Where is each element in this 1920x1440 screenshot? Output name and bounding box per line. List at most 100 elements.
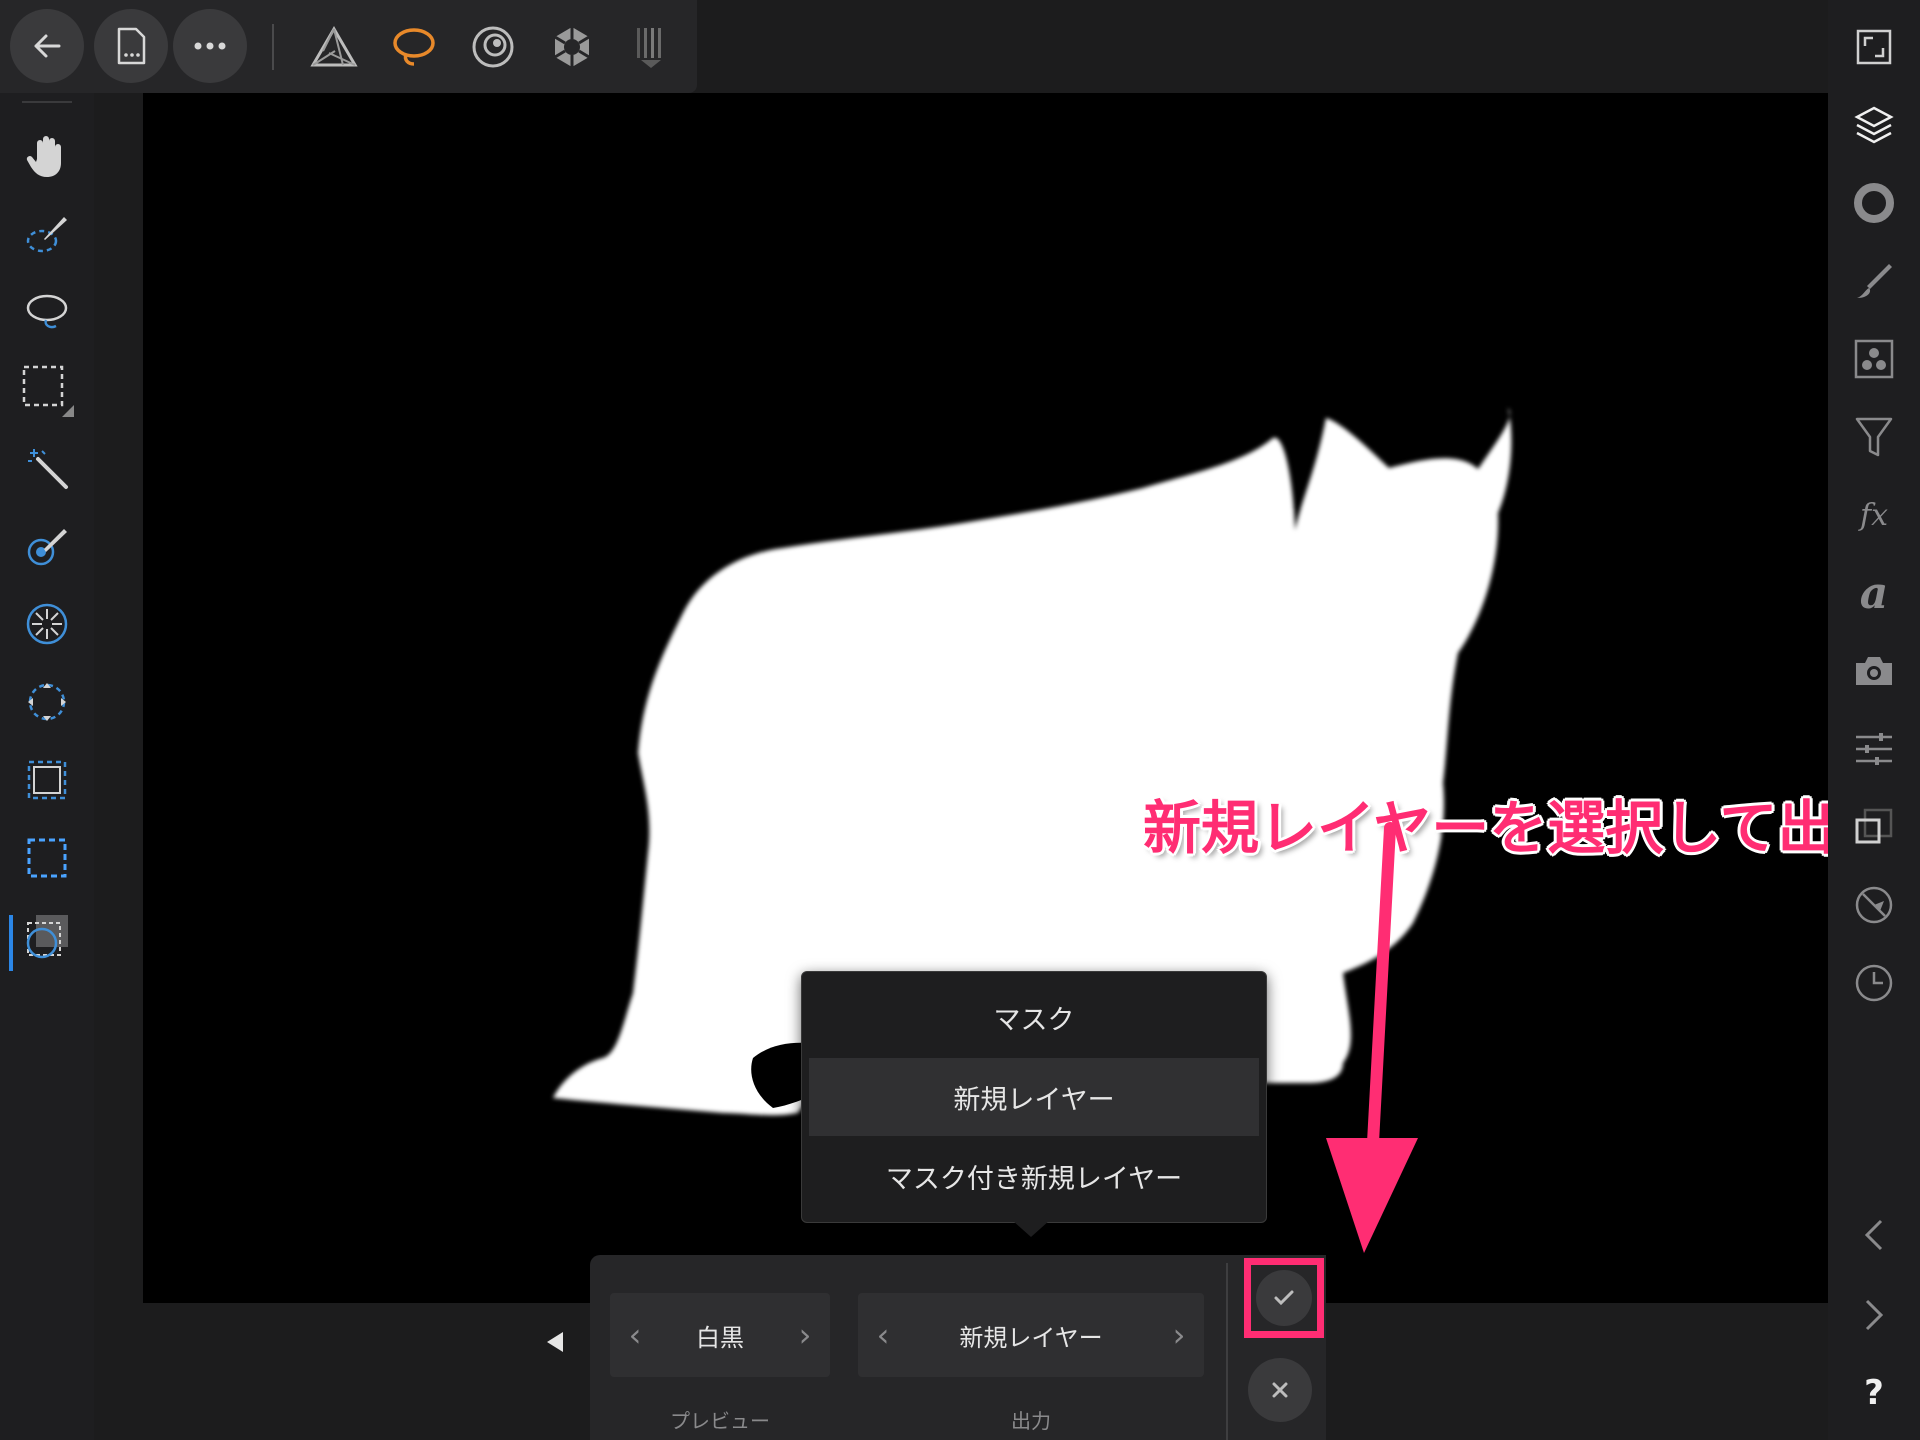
color-button[interactable] [1841, 170, 1907, 236]
crop-selection-tool[interactable] [14, 747, 80, 813]
refine-selection-panel: ‹ 白黒 › プレビュー ‹ 新規レイヤー › 出力 [590, 1255, 1232, 1440]
navigator-icon [1855, 886, 1893, 924]
output-label: 出力 [1011, 1409, 1051, 1433]
camera-icon [1856, 657, 1892, 685]
navigator-button[interactable] [1841, 872, 1907, 938]
output-menu: マスク 新規レイヤー マスク付き新規レイヤー [801, 971, 1267, 1223]
export-persona-button[interactable] [614, 10, 688, 84]
text-styles-button[interactable]: a [1841, 560, 1907, 626]
output-value: 新規レイヤー [959, 1323, 1103, 1352]
flood-select-icon [28, 449, 68, 489]
panel-divider [1226, 1263, 1228, 1440]
flood-select-tool[interactable] [14, 435, 80, 501]
studio-next-button[interactable] [1841, 1282, 1907, 1348]
selection-mode-tool[interactable] [14, 903, 80, 969]
photo-persona-icon [310, 26, 358, 67]
more-icon [194, 42, 226, 50]
preview-label: プレビュー [670, 1409, 770, 1433]
check-icon [1274, 1290, 1294, 1306]
color-icon [1854, 183, 1894, 223]
marquee-selection-icon [22, 365, 74, 417]
output-prev-button[interactable]: ‹ [868, 1316, 898, 1354]
tone-map-persona-button[interactable] [535, 10, 609, 84]
back-button[interactable] [10, 9, 84, 83]
chevron-right-icon [1865, 1299, 1884, 1331]
brush-icon [1857, 264, 1892, 298]
document-button[interactable] [94, 9, 168, 83]
close-icon [1272, 1382, 1288, 1398]
channels-button[interactable] [1841, 326, 1907, 392]
liquify-persona-button[interactable] [377, 10, 451, 84]
studio-panel: fx a ? [1828, 0, 1920, 1440]
menu-item-new-layer-with-mask[interactable]: マスク付き新規レイヤー [809, 1137, 1259, 1215]
menu-item-mask[interactable]: マスク [809, 978, 1259, 1056]
fullscreen-icon [1856, 29, 1892, 65]
help-button[interactable]: ? [1841, 1360, 1907, 1426]
tools-panel [0, 93, 94, 1440]
menu-pointer [1012, 1220, 1050, 1237]
preview-prev-button[interactable]: ‹ [620, 1316, 650, 1354]
hand-icon [26, 136, 61, 177]
develop-persona-icon [472, 26, 514, 68]
adjustments-button[interactable] [1841, 404, 1907, 470]
transform-button[interactable] [1841, 794, 1907, 860]
annotation-text: 新規レイヤーを選択して出力 [1143, 794, 1894, 862]
expand-panel-button[interactable] [543, 1328, 567, 1356]
develop-persona-button[interactable] [456, 10, 530, 84]
apply-button[interactable] [1256, 1270, 1312, 1326]
refine-brush-tool[interactable] [14, 513, 80, 579]
menu-item-new-layer[interactable]: 新規レイヤー [809, 1058, 1259, 1136]
document-icon [117, 27, 146, 65]
active-tool-indicator [9, 915, 13, 971]
tools-divider [22, 101, 72, 103]
output-next-button[interactable]: › [1164, 1316, 1194, 1354]
text-styles-icon: a [1859, 567, 1889, 619]
rectangle-selection-icon [27, 838, 67, 878]
hand-tool[interactable] [14, 123, 80, 189]
layers-button[interactable] [1841, 92, 1907, 158]
brush-button[interactable] [1841, 248, 1907, 314]
liquify-persona-icon [393, 28, 435, 66]
fx-button[interactable]: fx [1841, 482, 1907, 548]
triangle-left-icon [547, 1332, 563, 1352]
preview-value: 白黒 [696, 1323, 744, 1352]
more-button[interactable] [173, 9, 247, 83]
tone-map-persona-icon [554, 27, 590, 67]
radial-tool[interactable] [14, 591, 80, 657]
top-toolbar [0, 0, 697, 93]
export-persona-icon [637, 28, 661, 68]
selection-brush-icon [26, 217, 67, 253]
history-button[interactable] [1841, 950, 1907, 1016]
fx-icon: fx [1859, 497, 1889, 533]
arrow-left-icon [34, 34, 61, 58]
radial-icon [26, 603, 68, 645]
photo-persona-button[interactable] [297, 10, 371, 84]
selection-mode-icon [26, 915, 68, 959]
transform-selection-tool[interactable] [14, 669, 80, 735]
output-stepper[interactable]: ‹ 新規レイヤー › [858, 1293, 1204, 1377]
chevron-left-icon [1864, 1219, 1883, 1251]
marquee-selection-tool[interactable] [14, 357, 80, 423]
cancel-button[interactable] [1248, 1358, 1312, 1422]
preview-next-button[interactable]: › [790, 1316, 820, 1354]
fullscreen-button[interactable] [1841, 14, 1907, 80]
crop-selection-icon [27, 760, 67, 800]
selection-brush-tool[interactable] [14, 201, 80, 267]
adjustments-icon [1855, 417, 1893, 457]
camera-button[interactable] [1841, 638, 1907, 704]
freehand-selection-tool[interactable] [14, 279, 80, 345]
channels-icon [1854, 339, 1894, 379]
studio-prev-button[interactable] [1841, 1202, 1907, 1268]
history-icon [1855, 964, 1893, 1002]
preview-stepper[interactable]: ‹ 白黒 › [610, 1293, 830, 1377]
rectangle-selection-tool[interactable] [14, 825, 80, 891]
toolbar-divider [272, 24, 274, 70]
refine-brush-icon [27, 529, 67, 566]
annotation-arrow [1326, 822, 1418, 1253]
sliders-icon [1856, 733, 1892, 765]
sliders-button[interactable] [1841, 716, 1907, 782]
transform-selection-icon [28, 683, 66, 721]
transform-icon [1855, 808, 1893, 844]
layers-icon [1854, 106, 1894, 144]
freehand-selection-icon [26, 294, 68, 329]
